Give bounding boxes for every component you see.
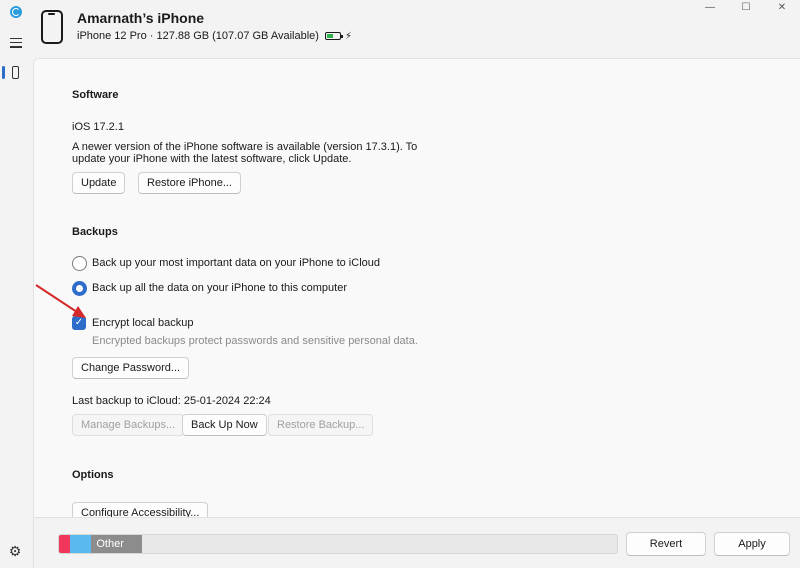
annotation-arrow-icon xyxy=(35,284,86,318)
encrypt-help-text: Encrypted backups protect passwords and … xyxy=(92,335,418,347)
apply-button[interactable]: Apply xyxy=(714,532,790,556)
footer-bar: Other Revert Apply xyxy=(33,517,800,568)
change-password-button[interactable]: Change Password... xyxy=(72,357,190,379)
minimize-button[interactable]: — xyxy=(692,0,728,18)
window-controls: — ☐ ✕ xyxy=(692,0,800,18)
storage-usage-bar: Other xyxy=(58,534,618,554)
storage-segment xyxy=(59,535,70,553)
battery-icon xyxy=(324,32,343,40)
options-section-title: Options xyxy=(72,469,114,481)
last-backup-text: Last backup to iCloud: 25-01-2024 22:24 xyxy=(72,395,271,407)
restore-backup-button[interactable]: Restore Backup... xyxy=(268,414,374,436)
encrypt-backup-label: Encrypt local backup xyxy=(92,317,194,329)
settings-gear-icon[interactable]: ⚙ xyxy=(8,544,22,558)
restore-iphone-button[interactable]: Restore iPhone... xyxy=(138,172,241,194)
charging-bolt-icon: ⚡ xyxy=(344,30,352,42)
back-up-now-button[interactable]: Back Up Now xyxy=(182,414,267,436)
revert-button[interactable]: Revert xyxy=(626,532,706,556)
update-message-line2: update your iPhone with the latest softw… xyxy=(72,153,352,165)
device-info: iPhone 12 Pro · 127.88 GB (107.07 GB Ava… xyxy=(77,30,319,42)
manage-backups-button[interactable]: Manage Backups... xyxy=(72,414,185,436)
device-info-row: iPhone 12 Pro · 127.88 GB (107.07 GB Ava… xyxy=(77,30,352,42)
backup-icloud-label: Back up your most important data on your… xyxy=(92,257,380,269)
device-summary-panel: Software iOS 17.2.1 A newer version of t… xyxy=(33,58,800,524)
close-button[interactable]: ✕ xyxy=(764,0,800,18)
storage-segment xyxy=(69,535,92,553)
maximize-button[interactable]: ☐ xyxy=(728,0,764,18)
device-header: Amarnath’s iPhone iPhone 12 Pro · 127.88… xyxy=(33,0,800,58)
storage-segment-other: Other xyxy=(91,535,142,553)
device-name: Amarnath’s iPhone xyxy=(77,10,205,26)
backup-computer-label: Back up all the data on your iPhone to t… xyxy=(92,282,347,294)
